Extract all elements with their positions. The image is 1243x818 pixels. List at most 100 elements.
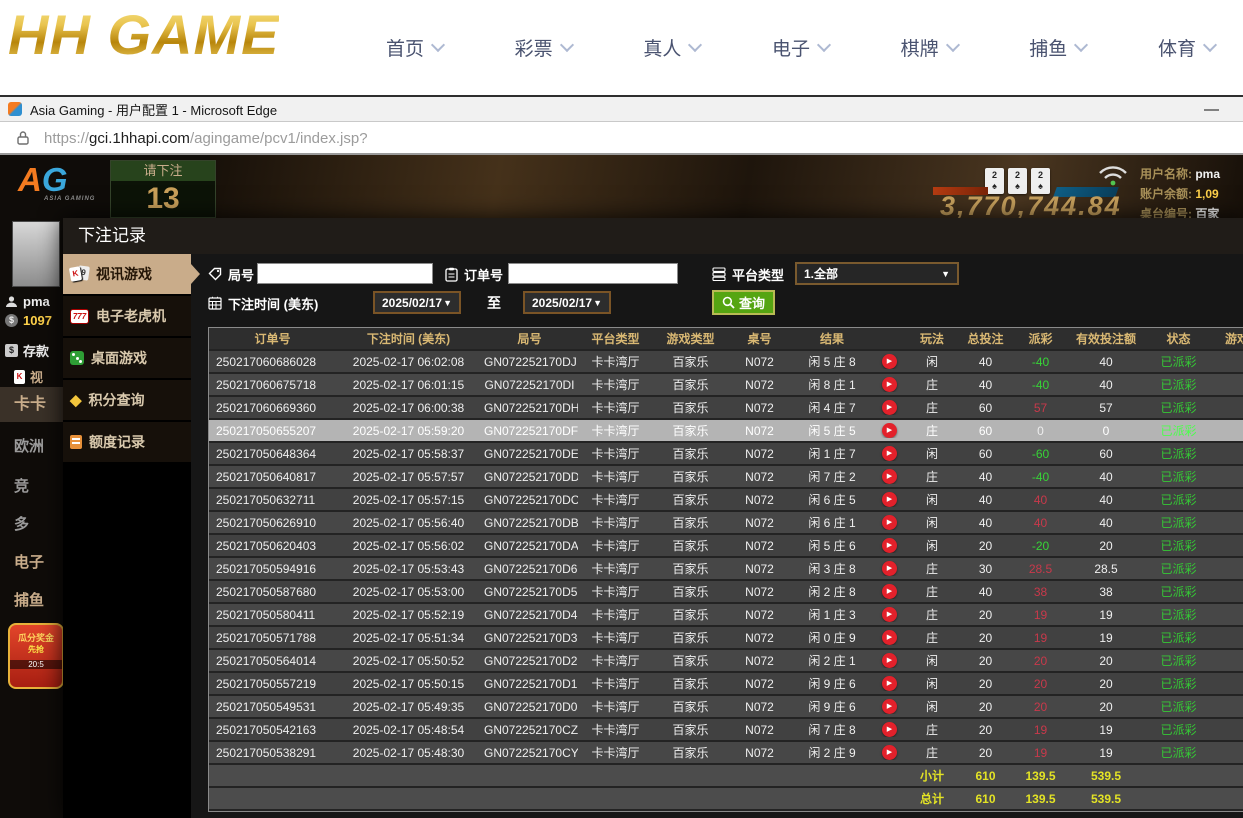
total-row: 总计610139.5539.5: [209, 788, 1243, 811]
platform-cell: 卡卡湾厅: [578, 583, 653, 600]
nav-item-sports[interactable]: 体育: [1158, 34, 1215, 61]
replay-play-button[interactable]: ▶: [882, 722, 897, 737]
bet-time-cell: 2025-02-17 05:49:35: [336, 700, 481, 714]
play-side-cell: 闲: [906, 698, 958, 715]
video-menu-item[interactable]: K 视: [14, 367, 43, 386]
result-cell: 闲 7 庄 2: [791, 468, 873, 485]
table-row[interactable]: 2502170506483642025-02-17 05:58:37GN0722…: [209, 443, 1243, 466]
replay-play-button[interactable]: ▶: [882, 354, 897, 369]
nav-item-fishing[interactable]: 捕鱼: [1029, 34, 1086, 61]
nav-item-board[interactable]: 棋牌: [901, 34, 958, 61]
replay-play-button[interactable]: ▶: [882, 630, 897, 645]
replay-play-button[interactable]: ▶: [882, 653, 897, 668]
table-row[interactable]: 2502170505804112025-02-17 05:52:19GN0722…: [209, 604, 1243, 627]
nav-item-slots[interactable]: 电子: [772, 34, 829, 61]
table-row[interactable]: 2502170506269102025-02-17 05:56:40GN0722…: [209, 512, 1243, 535]
sidebar-item-table-games[interactable]: 桌面游戏: [63, 338, 191, 380]
chevron-down-icon: [431, 38, 445, 52]
replay-play-button[interactable]: ▶: [882, 538, 897, 553]
result-cell: 闲 4 庄 7: [791, 399, 873, 416]
replay-play-button[interactable]: ▶: [882, 492, 897, 507]
table-no-cell: N072: [728, 654, 791, 668]
replay-play-button[interactable]: ▶: [882, 400, 897, 415]
sidebar-item-points-query[interactable]: ◆ 积分查询: [63, 380, 191, 422]
column-header: 桌号: [728, 330, 791, 347]
date-from-select[interactable]: 2025/02/17 ▼: [373, 291, 461, 314]
table-row[interactable]: 2502170606860282025-02-17 06:02:08GN0722…: [209, 351, 1243, 374]
round-input[interactable]: [257, 263, 433, 284]
user-info-label: 账户余额:: [1140, 187, 1192, 201]
replay-play-button[interactable]: ▶: [882, 561, 897, 576]
order-input[interactable]: [508, 263, 678, 284]
table-row[interactable]: 2502170505640142025-02-17 05:50:52GN0722…: [209, 650, 1243, 673]
replay-play-button[interactable]: ▶: [882, 676, 897, 691]
table-row[interactable]: 2502170505876802025-02-17 05:53:00GN0722…: [209, 581, 1243, 604]
table-cell: ▶: [873, 400, 906, 415]
bet-time-cell: 2025-02-17 05:50:52: [336, 654, 481, 668]
game-type-cell: 百家乐: [653, 629, 728, 646]
replay-play-button[interactable]: ▶: [882, 423, 897, 438]
replay-play-button[interactable]: ▶: [882, 446, 897, 461]
nav-item-live[interactable]: 真人: [643, 34, 700, 61]
round-filter-label: 局号: [208, 263, 254, 285]
bet-time-cell: 2025-02-17 05:57:15: [336, 493, 481, 507]
date-to-select[interactable]: 2025/02/17 ▼: [523, 291, 611, 314]
player-avatar: [12, 221, 60, 287]
status-cell: 已派彩: [1144, 422, 1213, 439]
table-no-cell: N072: [728, 562, 791, 576]
sidebar-item-slot-machines[interactable]: 777 电子老虎机: [63, 296, 191, 338]
nav-item-lottery[interactable]: 彩票: [515, 34, 572, 61]
column-header: 玩法: [906, 330, 958, 347]
promo-title: 瓜分奖金: [10, 631, 62, 644]
table-row[interactable]: 2502170505421632025-02-17 05:48:54GN0722…: [209, 719, 1243, 742]
table-no-cell: N072: [728, 608, 791, 622]
table-header-row: 订单号下注时间 (美东)局号平台类型游戏类型桌号结果玩法总投注派彩有效投注额状态…: [209, 328, 1243, 351]
wifi-icon: [1096, 163, 1130, 189]
minimize-button[interactable]: —: [1204, 101, 1219, 118]
table-row[interactable]: 2502170505717882025-02-17 05:51:34GN0722…: [209, 627, 1243, 650]
date-to-value: 2025/02/17: [532, 296, 592, 310]
table-row[interactable]: 2502170606693602025-02-17 06:00:38GN0722…: [209, 397, 1243, 420]
table-row[interactable]: 2502170506552072025-02-17 05:59:20GN0722…: [209, 420, 1243, 443]
order-id-cell: 250217050594916: [209, 562, 336, 576]
nav-item-home[interactable]: 首页: [386, 34, 443, 61]
table-cell: ▶: [873, 561, 906, 576]
deposit-button[interactable]: $ 存款: [5, 341, 49, 360]
column-header: 派彩: [1013, 330, 1068, 347]
sidebar-item-video-games[interactable]: 9K 视讯游戏: [63, 254, 191, 296]
dropdown-arrow-icon: ▼: [443, 298, 452, 308]
table-row[interactable]: 2502170506204032025-02-17 05:56:02GN0722…: [209, 535, 1243, 558]
replay-play-button[interactable]: ▶: [882, 745, 897, 760]
promo-badge[interactable]: 瓜分奖金 先抢 20:5: [8, 623, 64, 689]
total-bet-cell: 20: [958, 677, 1013, 691]
valid-bet-cell: 40: [1068, 516, 1144, 530]
balance-row: $ 1097: [5, 313, 52, 328]
dice-icon: [70, 351, 84, 365]
replay-play-button[interactable]: ▶: [882, 515, 897, 530]
valid-bet-cell: 60: [1068, 447, 1144, 461]
replay-play-button[interactable]: ▶: [882, 469, 897, 484]
bet-time-cell: 2025-02-17 05:58:37: [336, 447, 481, 461]
search-button[interactable]: 查询: [712, 290, 775, 315]
round-id-cell: GN072252170D0: [481, 700, 578, 714]
table-row[interactable]: 2502170506327112025-02-17 05:57:15GN0722…: [209, 489, 1243, 512]
table-row[interactable]: 2502170505382912025-02-17 05:48:30GN0722…: [209, 742, 1243, 765]
table-row[interactable]: 2502170505949162025-02-17 05:53:43GN0722…: [209, 558, 1243, 581]
replay-play-button[interactable]: ▶: [882, 377, 897, 392]
table-row[interactable]: 2502170505572192025-02-17 05:50:15GN0722…: [209, 673, 1243, 696]
chevron-down-icon: [560, 38, 574, 52]
table-row[interactable]: 2502170606757182025-02-17 06:01:15GN0722…: [209, 374, 1243, 397]
table-row[interactable]: 2502170506408172025-02-17 05:57:57GN0722…: [209, 466, 1243, 489]
column-header: 结果: [791, 330, 873, 347]
platform-select[interactable]: 1.全部 ▼: [795, 262, 959, 285]
address-bar[interactable]: https://gci.1hhapi.com/agingame/pcv1/ind…: [0, 123, 1243, 155]
countdown-label: 请下注: [111, 161, 215, 181]
replay-play-button[interactable]: ▶: [882, 584, 897, 599]
round-id-cell: GN072252170DB: [481, 516, 578, 530]
replay-play-button[interactable]: ▶: [882, 699, 897, 714]
platform-cell: 卡卡湾厅: [578, 491, 653, 508]
table-row[interactable]: 2502170505495312025-02-17 05:49:35GN0722…: [209, 696, 1243, 719]
replay-play-button[interactable]: ▶: [882, 607, 897, 622]
sidebar-item-credit-records[interactable]: 额度记录: [63, 422, 191, 464]
column-header: 局号: [481, 330, 578, 347]
